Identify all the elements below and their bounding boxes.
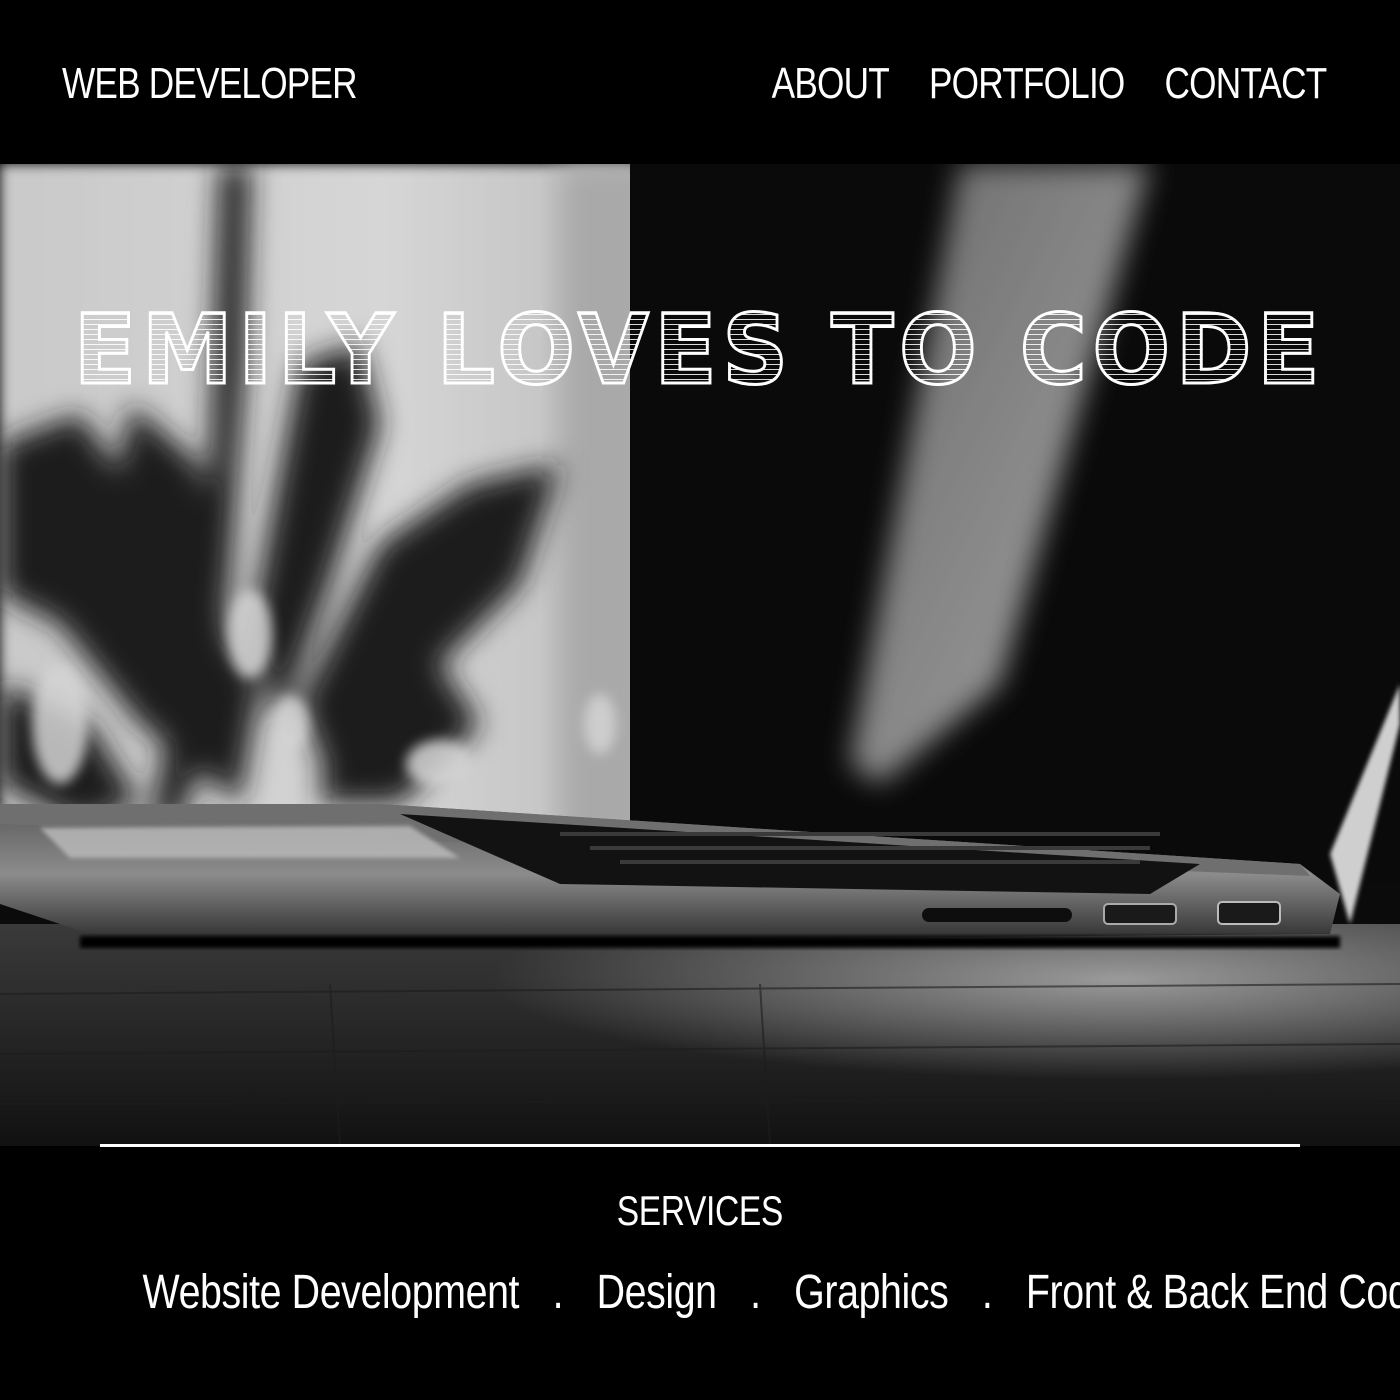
- nav-contact-link[interactable]: CONTACT: [1164, 58, 1327, 110]
- brand-title[interactable]: WEB DEVELOPER: [62, 58, 358, 110]
- hero-title: EMILY LOVES TO CODE: [0, 294, 1400, 406]
- main-nav: ABOUT PORTFOLIO CONTACT: [731, 58, 1327, 110]
- hero-section: EMILY LOVES TO CODE: [0, 164, 1400, 1146]
- service-item: Graphics: [794, 1266, 949, 1319]
- service-separator: .: [981, 1266, 993, 1319]
- services-heading: SERVICES: [0, 1186, 1400, 1236]
- hero-title-text: EMILY LOVES TO CODE: [73, 294, 1326, 406]
- service-separator: .: [552, 1266, 564, 1319]
- section-divider: [100, 1144, 1300, 1147]
- service-item: Design: [596, 1266, 717, 1319]
- services-heading-text: SERVICES: [616, 1187, 784, 1234]
- service-item: Website Development: [142, 1266, 520, 1319]
- service-item: Front & Back End Code.: [1025, 1266, 1400, 1319]
- service-separator: .: [750, 1266, 761, 1319]
- services-list: Website Development . Design . Graphics …: [0, 1264, 1400, 1322]
- nav-portfolio-link[interactable]: PORTFOLIO: [929, 58, 1125, 110]
- site-header: WEB DEVELOPER ABOUT PORTFOLIO CONTACT: [0, 0, 1400, 164]
- nav-about-link[interactable]: ABOUT: [771, 58, 889, 110]
